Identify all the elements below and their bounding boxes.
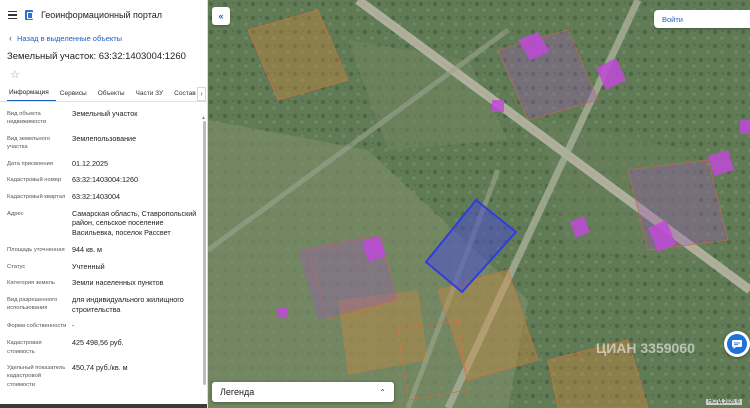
legend-label: Легенда <box>220 387 255 397</box>
tab-bar: Информация Сервисы Объекты Части ЗУ Сост… <box>0 87 207 102</box>
tab-objects[interactable]: Объекты <box>98 90 132 101</box>
property-row: Кадастровый квартал 63:32:1403004 <box>7 192 199 202</box>
property-row: Категория земель Земли населенных пункто… <box>7 278 199 288</box>
tab-parts[interactable]: Части ЗУ <box>136 90 171 101</box>
properties-list: Вид объекта недвижимости Земельный участ… <box>0 102 207 402</box>
tab-info[interactable]: Информация <box>7 89 56 101</box>
property-value: 63:32:1403004 <box>72 192 120 201</box>
property-label: Форма собственности <box>7 323 67 330</box>
chat-button[interactable] <box>724 331 750 357</box>
property-value: 425 498,56 руб. <box>72 338 124 348</box>
property-value: для индивидуального жилищного строительс… <box>72 295 184 314</box>
property-row: Кадастровая стоимость 425 498,56 руб. <box>7 338 199 356</box>
property-value: Самарская область, Ставропольский район,… <box>72 208 197 238</box>
property-value: Земли населенных пунктов <box>72 278 164 288</box>
property-label: Кадастровый номер <box>7 177 62 184</box>
chat-bubble-icon <box>727 334 747 354</box>
property-value: 450,74 руб./кв. м <box>72 362 128 372</box>
sidebar-scrollbar[interactable] <box>203 121 206 385</box>
property-value: Землепользование <box>72 133 137 143</box>
property-value: 63:32:1403004:1260 <box>72 175 138 185</box>
property-row: Вид земельного участка Землепользование <box>7 134 199 152</box>
property-row: Форма собственности - <box>7 321 199 331</box>
sidebar-bottom-bar <box>0 404 207 408</box>
property-row: Удельный показатель кадастровой стоимост… <box>7 363 199 389</box>
star-icon[interactable]: ☆ <box>0 66 207 87</box>
map-copyright: НСПД 2025 © <box>706 399 742 405</box>
hamburger-menu-icon[interactable] <box>8 11 17 19</box>
property-row: Вид объекта недвижимости Земельный участ… <box>7 109 199 127</box>
login-button[interactable]: Войти <box>654 10 750 28</box>
property-row: Площадь уточненная 944 кв. м <box>7 245 199 255</box>
property-label: Площадь уточненная <box>7 246 65 253</box>
tab-services[interactable]: Сервисы <box>60 90 94 101</box>
property-row: Кадастровый номер 63:32:1403004:1260 <box>7 175 199 185</box>
property-label: Кадастровый квартал <box>7 194 66 200</box>
property-label: Вид объекта недвижимости <box>7 111 47 126</box>
property-row: Дата присвоения 01.12.2025 <box>7 159 199 169</box>
legend-panel[interactable]: Легенда ⌃ <box>212 382 394 402</box>
property-label: Вид разрешенного использования <box>7 297 58 312</box>
portal-logo-icon <box>25 10 33 20</box>
property-label: Статус <box>7 263 26 270</box>
property-label: Дата присвоения <box>7 160 53 167</box>
map-view[interactable]: « Войти ЦИАН 3359060 Легенда ⌃ НСПД 2025… <box>208 0 750 408</box>
chevron-left-icon: ‹ <box>9 33 12 43</box>
tabs-scroll-right-button[interactable]: › <box>197 87 206 101</box>
app-title: Геоинформационный портал <box>41 10 162 20</box>
property-row: Адрес Самарская область, Ставропольский … <box>7 209 199 238</box>
sidebar-panel: Геоинформационный портал ‹ Назад в выдел… <box>0 0 208 408</box>
back-to-selected-link[interactable]: ‹ Назад в выделенные объекты <box>0 30 207 49</box>
property-label: Удельный показатель кадастровой стоимост… <box>7 364 66 388</box>
property-value: 944 кв. м <box>72 244 102 254</box>
property-value: Учтенный <box>72 261 105 271</box>
double-chevron-left-icon[interactable]: « <box>212 7 230 25</box>
property-value: Земельный участок <box>72 109 138 118</box>
property-label: Кадастровая стоимость <box>7 340 42 355</box>
property-label: Категория земель <box>7 280 55 287</box>
property-label: Вид земельного участка <box>7 135 50 151</box>
chevron-up-icon[interactable]: ⌃ <box>379 388 386 397</box>
object-title: Земельный участок: 63:32:1403004:1260 <box>7 51 186 62</box>
property-value: - <box>72 321 75 331</box>
back-link-label: Назад в выделенные объекты <box>17 34 123 43</box>
property-label: Адрес <box>7 210 24 217</box>
app-header: Геоинформационный портал <box>0 0 207 30</box>
property-value: 01.12.2025 <box>72 158 108 168</box>
property-row: Статус Учтенный <box>7 262 199 272</box>
property-row: Вид разрешенного использования для индив… <box>7 295 199 314</box>
watermark-text: ЦИАН 3359060 <box>596 340 695 356</box>
